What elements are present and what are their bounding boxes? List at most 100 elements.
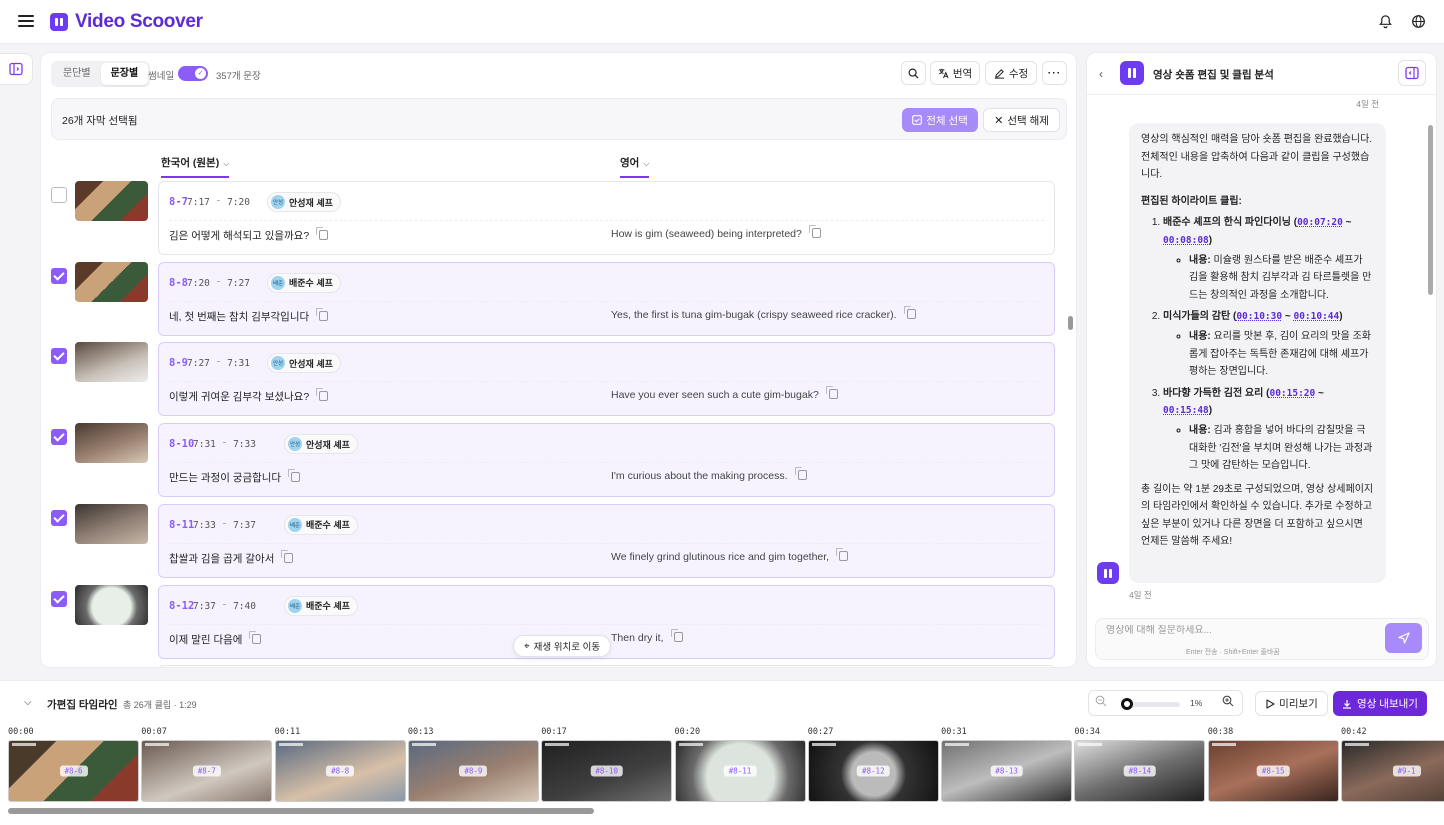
subtitle-card[interactable]: 8-8 7:20 ⁻ 7:27 배준 배준수 셰프 네, 첫 번째는 참치 김부각입니다…: [158, 261, 1055, 336]
send-button[interactable]: [1385, 623, 1422, 653]
timestamp-link[interactable]: 00:08:08: [1163, 235, 1209, 246]
zoom-out-icon[interactable]: [1095, 695, 1107, 710]
timeline-clip[interactable]: #8-15: [1207, 740, 1339, 802]
translated-text[interactable]: Then dry it,: [611, 628, 683, 644]
timeline-clip[interactable]: #8-10: [541, 740, 673, 802]
globe-icon[interactable]: [1409, 12, 1427, 30]
preview-button[interactable]: 미리보기: [1255, 691, 1328, 716]
zoom-slider-handle[interactable]: [1120, 698, 1133, 710]
subtitle-card[interactable]: 8-9 7:27 ⁻ 7:31 안성 안성재 셰프 이렇게 귀여운 김부각 보셨나요? H…: [158, 342, 1055, 417]
zoom-slider-track[interactable]: [1125, 702, 1180, 707]
edit-button[interactable]: 수정: [985, 61, 1037, 85]
translated-text[interactable]: Have you ever seen such a cute gim-bugak…: [611, 386, 838, 401]
copy-icon[interactable]: [288, 469, 301, 483]
timeline-clip[interactable]: #8-13: [941, 740, 1073, 802]
copy-icon[interactable]: [836, 547, 849, 561]
source-text[interactable]: 네, 첫 번째는 참치 김부각입니다: [169, 307, 329, 324]
timeline-clip[interactable]: #8-12: [807, 740, 939, 802]
source-text[interactable]: 찹쌀과 김을 곱게 갈아서: [169, 549, 294, 566]
row-checkbox[interactable]: [51, 267, 67, 284]
more-options-button[interactable]: ···: [1042, 61, 1067, 85]
export-video-button[interactable]: 영상 내보내기: [1333, 691, 1427, 716]
translate-button[interactable]: 번역: [930, 61, 980, 85]
speaker-badge[interactable]: 배준 배준수 셰프: [284, 595, 358, 616]
bell-icon[interactable]: [1376, 12, 1394, 30]
row-checkbox[interactable]: [51, 348, 67, 365]
column-source-language[interactable]: 한국어 (원본) ⌵: [161, 155, 230, 178]
timestamp-link[interactable]: 00:07:20: [1297, 217, 1343, 228]
chat-scrollbar[interactable]: [1428, 125, 1433, 295]
subtitle-row[interactable]: 8-10 7:31 ⁻ 7:33 안성 안성재 셰프 만드는 과정이 궁금합니다 I'm …: [41, 423, 1076, 499]
speaker-badge[interactable]: 배준 배준수 셰프: [284, 514, 358, 535]
copy-icon[interactable]: [316, 307, 329, 321]
timeline-scrollbar[interactable]: [8, 808, 594, 814]
translated-text[interactable]: I'm curious about the making process.: [611, 467, 807, 482]
source-text[interactable]: 이제 말린 다음에: [169, 630, 262, 647]
timeline-clip[interactable]: #8-7: [141, 740, 273, 802]
translated-text[interactable]: We finely grind glutinous rice and gim t…: [611, 547, 849, 563]
copy-icon[interactable]: [316, 227, 329, 240]
copy-icon[interactable]: [825, 386, 838, 400]
speaker-badge[interactable]: 배준 배준수 셰프: [267, 272, 341, 293]
source-text[interactable]: 김은 어떻게 해석되고 있을까요?: [169, 227, 329, 243]
tab-paragraph[interactable]: 문단별: [53, 63, 101, 85]
deselect-button[interactable]: ✕ 선택 해제: [983, 108, 1060, 132]
tab-sentence[interactable]: 문장별: [100, 63, 149, 85]
chat-input[interactable]: [1106, 625, 1366, 636]
copy-icon[interactable]: [281, 549, 294, 563]
next-row-peek: [158, 665, 1055, 667]
copy-icon[interactable]: [670, 628, 683, 642]
thumbnail-toggle[interactable]: ✓: [178, 66, 208, 81]
row-checkbox[interactable]: [51, 429, 67, 446]
translated-text[interactable]: Yes, the first is tuna gim-bugak (crispy…: [611, 305, 916, 321]
timestamp-link[interactable]: 00:15:48: [1163, 405, 1209, 416]
clip-subtitle-strip: [12, 743, 36, 746]
timeline-clip[interactable]: #8-11: [674, 740, 806, 802]
timestamp-link[interactable]: 00:10:44: [1293, 311, 1339, 322]
subtitle-card[interactable]: 8-11 7:33 ⁻ 7:37 배준 배준수 셰프 찹쌀과 김을 곱게 갈아서 We f…: [158, 503, 1055, 578]
select-all-button[interactable]: 전체 선택: [902, 108, 978, 132]
row-checkbox[interactable]: [51, 187, 67, 203]
panel-toggle-button[interactable]: [1398, 60, 1426, 86]
subtitle-row[interactable]: 8-11 7:33 ⁻ 7:37 배준 배준수 셰프 찹쌀과 김을 곱게 갈아서 We f…: [41, 503, 1076, 580]
translated-text[interactable]: How is gim (seaweed) being interpreted?: [611, 225, 821, 240]
sidebar-toggle-button[interactable]: [0, 53, 33, 85]
app-logo[interactable]: Video Scoover: [50, 11, 203, 33]
subtitle-row[interactable]: 8-9 7:27 ⁻ 7:31 안성 안성재 셰프 이렇게 귀여운 김부각 보셨나요? H…: [41, 342, 1076, 418]
subtitle-card[interactable]: 8-7 7:17 ⁻ 7:20 안성 안성재 셰프 김은 어떻게 해석되고 있을까요? H…: [158, 181, 1055, 255]
translate-icon: [938, 68, 949, 78]
speaker-badge[interactable]: 안성 안성재 셰프: [267, 192, 341, 212]
row-checkbox[interactable]: [51, 509, 67, 526]
copy-icon[interactable]: [249, 630, 262, 644]
source-text[interactable]: 이렇게 귀여운 김부각 보셨나요?: [169, 388, 329, 404]
timeline-clip[interactable]: #8-6: [8, 740, 139, 802]
chevron-left-icon[interactable]: ‹: [1099, 67, 1103, 81]
timeline-clip[interactable]: #8-8: [274, 740, 406, 802]
timestamp-link[interactable]: 00:10:30: [1236, 311, 1282, 322]
subtitle-row[interactable]: 8-8 7:20 ⁻ 7:27 배준 배준수 셰프 네, 첫 번째는 참치 김부각입니다…: [41, 261, 1076, 338]
timeline-clip[interactable]: #8-9: [407, 740, 539, 802]
zoom-in-icon[interactable]: [1222, 695, 1234, 710]
subtitle-index: 8-11: [169, 518, 195, 531]
column-target-language[interactable]: 영어 ⌵: [620, 155, 650, 178]
copy-icon[interactable]: [808, 225, 821, 238]
subtitle-row[interactable]: 8-7 7:17 ⁻ 7:20 안성 안성재 셰프 김은 어떻게 해석되고 있을까요? H…: [41, 181, 1076, 257]
jump-to-playhead-button[interactable]: ⌖ 재생 위치로 이동: [513, 635, 612, 657]
send-icon: [1397, 632, 1410, 644]
collapse-chevron-icon[interactable]: ⌵: [24, 697, 32, 708]
timestamp-link[interactable]: 00:15:20: [1269, 388, 1315, 399]
subtitle-scrollbar[interactable]: [1068, 316, 1073, 330]
menu-icon[interactable]: [18, 13, 34, 29]
panel-left-icon: [9, 62, 23, 76]
copy-icon[interactable]: [316, 388, 329, 402]
subtitle-card[interactable]: 8-10 7:31 ⁻ 7:33 안성 안성재 셰프 만드는 과정이 궁금합니다 I'm …: [158, 423, 1055, 498]
copy-icon[interactable]: [903, 305, 916, 319]
speaker-badge[interactable]: 안성 안성재 셰프: [284, 434, 358, 455]
source-text[interactable]: 만드는 과정이 궁금합니다: [169, 469, 301, 485]
timeline-clip[interactable]: #9-1: [1341, 740, 1444, 802]
speaker-badge[interactable]: 안성 안성재 셰프: [267, 353, 341, 374]
timeline-clip[interactable]: #8-14: [1074, 740, 1206, 802]
search-button[interactable]: [901, 61, 926, 85]
row-checkbox[interactable]: [51, 590, 67, 607]
copy-icon[interactable]: [794, 467, 807, 481]
